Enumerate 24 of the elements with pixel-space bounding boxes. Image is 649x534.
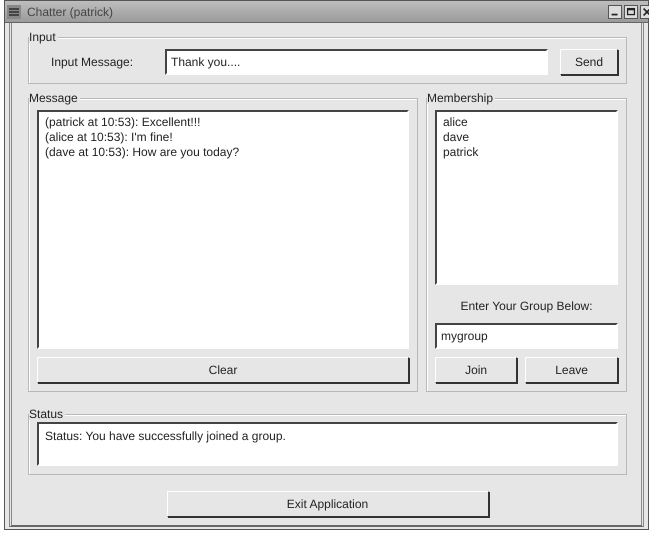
status-text: Status: You have successfully joined a group. (45, 429, 286, 443)
window-title: Chatter (patrick) (27, 4, 114, 20)
group-button[interactable]: Join (435, 357, 518, 383)
menu-icon[interactable] (7, 4, 21, 18)
message-field[interactable]: Thank you.... (165, 49, 548, 75)
message-line: (patrick at 10:53): Excellent!!! (45, 115, 202, 130)
group-label: Input (29, 31, 58, 43)
maximize-icon[interactable] (624, 4, 638, 18)
clear-button[interactable]: Clear (37, 357, 409, 383)
member-item[interactable]: alice (443, 115, 610, 130)
group-label: Message (29, 92, 80, 104)
message-line: (alice at 10:53): I'm fine! (45, 130, 174, 145)
group-field[interactable]: mygroup (435, 323, 618, 349)
minimize-icon[interactable] (608, 4, 622, 18)
member-item[interactable]: dave (443, 130, 610, 145)
group-label: Membership (427, 92, 496, 104)
group-prompt: Enter Your Group Below: (459, 298, 594, 315)
exit-button[interactable]: Exit Application (166, 491, 488, 517)
group-button[interactable]: Leave (525, 357, 618, 383)
member-item[interactable]: patrick (443, 145, 610, 160)
message-line: (dave at 10:53): How are you today? (45, 145, 240, 160)
group-label: Status (29, 408, 66, 420)
send-button[interactable]: Send (560, 49, 618, 75)
field-label: Input Message: (50, 54, 134, 71)
